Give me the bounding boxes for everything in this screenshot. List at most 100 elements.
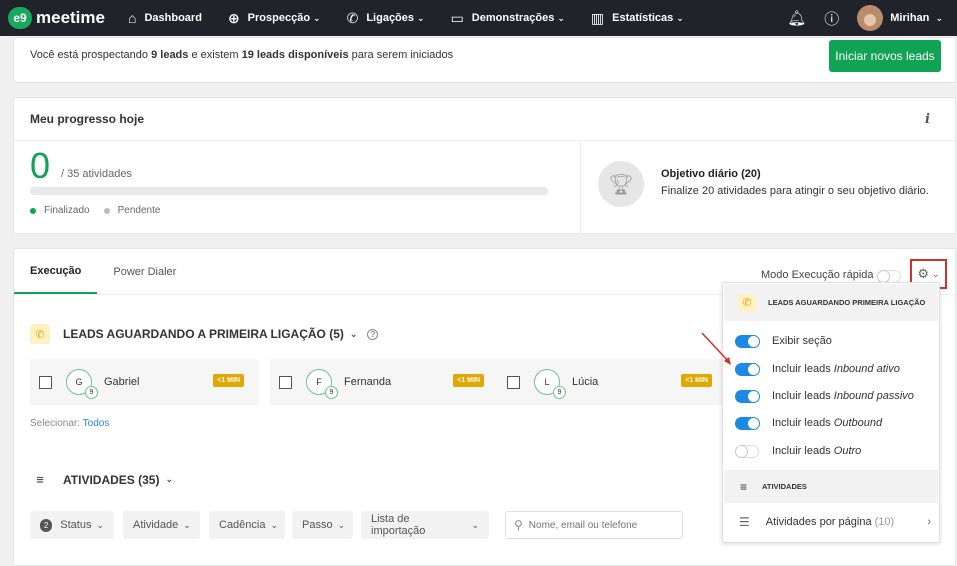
activities-section-header[interactable]: ≡ ATIVIDADES (35) ⌄ xyxy=(30,472,173,487)
chevron-down-icon: ⌄ xyxy=(557,12,565,23)
option-em: Outro xyxy=(833,445,862,457)
phone-lead-icon: ✆ xyxy=(30,324,50,344)
phone-icon: ✆ xyxy=(346,10,359,26)
option-outbound[interactable]: Incluir leads Outbound xyxy=(735,415,935,431)
nav-label: Estatísticas xyxy=(612,12,674,24)
option-toggle[interactable] xyxy=(735,334,760,348)
banner-text-1: Você está prospectando xyxy=(30,49,152,61)
progress-legend: Finalizado Pendente xyxy=(30,205,160,216)
legend-done: Finalizado xyxy=(44,205,90,216)
time-badge: <1 MIN xyxy=(681,374,712,387)
option-outro[interactable]: Incluir leads Outro xyxy=(735,443,935,459)
per-page-label: Atividades por página xyxy=(765,516,872,528)
monitor-icon: ▭ xyxy=(450,10,464,26)
tab-power-dialer[interactable]: Power Dialer xyxy=(97,249,192,294)
filter-lista-importacao[interactable]: Lista de importação ⌄ xyxy=(361,511,489,539)
top-navbar: e9 meetime ⌂ Dashboard ⊕ Prospecção ⌄ ✆ … xyxy=(0,0,957,36)
leads-section-header[interactable]: ✆ LEADS AGUARDANDO A PRIMEIRA LIGAÇÃO (5… xyxy=(30,324,379,344)
nav-ligacoes[interactable]: ✆ Ligações ⌄ xyxy=(347,11,425,25)
lead-card[interactable]: F9 Fernanda <1 MIN xyxy=(270,359,499,405)
option-prefix: Incluir leads xyxy=(772,445,834,457)
lead-checkbox[interactable] xyxy=(39,375,52,389)
option-toggle[interactable] xyxy=(735,444,759,458)
chevron-down-icon: ⌄ xyxy=(96,519,104,530)
nav-prospeccao[interactable]: ⊕ Prospecção ⌄ xyxy=(228,11,321,25)
nav-demonstracoes[interactable]: ▭ Demonstrações ⌄ xyxy=(451,11,565,25)
logo[interactable]: e9 meetime xyxy=(8,7,128,29)
done-dot-icon xyxy=(30,207,36,214)
option-toggle[interactable] xyxy=(735,416,760,430)
list-icon: ≡ xyxy=(740,479,748,494)
avatar[interactable] xyxy=(857,5,884,31)
nav-estatisticas[interactable]: ▥ Estatísticas ⌄ xyxy=(591,11,684,25)
banner-text-2: e existem xyxy=(188,49,242,61)
chevron-down-icon: ⌄ xyxy=(417,12,425,23)
nav-label: Demonstrações xyxy=(471,12,555,24)
lead-card[interactable]: G9 Gabriel <1 MIN xyxy=(30,359,259,405)
chevron-down-icon: ⌄ xyxy=(183,519,191,530)
nav-dashboard[interactable]: ⌂ Dashboard xyxy=(128,11,202,25)
dropdown-leads-header: ✆ LEADS AGUARDANDO PRIMEIRA LIGAÇÃO xyxy=(724,284,938,321)
activities-per-page-option[interactable]: ☰ Atividades por página (10) › xyxy=(739,515,931,529)
start-new-leads-button[interactable]: Iniciar novos leads xyxy=(829,40,941,72)
daily-progress-card: Meu progresso hoje i 0 / 35 atividades F… xyxy=(13,97,956,234)
top-right-actions: 🔔︎ ⓘ Mirihan ⌄ xyxy=(787,0,957,36)
filter-cadencia[interactable]: Cadência ⌄ xyxy=(209,511,285,539)
chevron-down-icon: ⌄ xyxy=(270,519,279,530)
user-menu[interactable]: Mirihan ⌄ xyxy=(890,12,943,24)
option-inbound-ativo[interactable]: Incluir leads Inbound ativo xyxy=(735,361,935,377)
option-label: Incluir leads Outbound xyxy=(772,417,882,429)
daily-goal-description: Finalize 20 atividades para atingir o se… xyxy=(661,185,929,197)
bell-icon[interactable]: 🔔︎ xyxy=(787,9,806,27)
settings-dropdown: ✆ LEADS AGUARDANDO PRIMEIRA LIGAÇÃO Exib… xyxy=(722,282,940,543)
chevron-down-icon: ⌄ xyxy=(337,519,346,530)
option-em: Inbound ativo xyxy=(833,363,900,375)
option-em: Outbound xyxy=(833,417,883,429)
option-em: Inbound passivo xyxy=(833,390,914,402)
tab-execucao[interactable]: Execução xyxy=(14,249,98,294)
lead-name[interactable]: Fernanda xyxy=(344,376,391,388)
help-icon[interactable]: ? xyxy=(367,328,379,340)
option-inbound-passivo[interactable]: Incluir leads Inbound passivo xyxy=(735,388,935,404)
gear-icon: ⚙︎ xyxy=(917,266,930,281)
filter-status[interactable]: 2 Status ⌄ xyxy=(30,511,114,539)
lead-avatar: F9 xyxy=(306,369,338,399)
lead-step-badge: 9 xyxy=(85,386,98,399)
search-field[interactable]: ⚲ xyxy=(505,511,683,539)
prospecting-message: Você está prospectando 9 leads e existem… xyxy=(30,49,453,61)
tabs: Execução Power Dialer xyxy=(14,249,192,294)
toggle-knob xyxy=(747,416,760,430)
option-prefix: Incluir leads xyxy=(772,363,834,375)
chart-icon: ▥ xyxy=(590,10,605,26)
lead-checkbox[interactable] xyxy=(507,375,520,389)
lead-step-badge: 9 xyxy=(553,386,566,399)
lead-name[interactable]: Gabriel xyxy=(104,376,139,388)
filter-passo[interactable]: Passo ⌄ xyxy=(292,511,353,539)
daily-goal-title: Objetivo diário (20) xyxy=(661,168,761,180)
option-exibir-secao[interactable]: Exibir seção xyxy=(735,333,935,349)
select-all-link[interactable]: Todos xyxy=(83,418,110,429)
dropdown-leads-title: LEADS AGUARDANDO PRIMEIRA LIGAÇÃO xyxy=(768,298,926,307)
prospecting-banner: Você está prospectando 9 leads e existem… xyxy=(13,37,956,83)
lead-checkbox[interactable] xyxy=(279,375,292,389)
option-toggle[interactable] xyxy=(735,389,760,403)
option-toggle[interactable] xyxy=(735,362,760,376)
help-icon[interactable]: ⓘ xyxy=(824,8,839,29)
filter-atividade[interactable]: Atividade ⌄ xyxy=(123,511,200,539)
logo-badge: e9 xyxy=(8,7,32,29)
option-prefix: Incluir leads xyxy=(772,417,834,429)
info-icon[interactable]: i xyxy=(925,112,930,127)
activities-title: ATIVIDADES (35) xyxy=(63,472,160,487)
chevron-down-icon: ⌄ xyxy=(313,12,321,23)
arrow-shaft xyxy=(701,332,731,364)
trophy-icon: 🏆︎ xyxy=(598,161,644,207)
avatar-face xyxy=(864,14,877,26)
user-name: Mirihan xyxy=(890,12,930,24)
option-prefix: Exibir seção xyxy=(772,335,832,347)
lead-card[interactable]: L9 Lúcia <1 MIN xyxy=(498,359,727,405)
option-prefix: Incluir leads xyxy=(772,390,834,402)
lead-name[interactable]: Lúcia xyxy=(572,376,598,388)
search-input[interactable] xyxy=(528,519,669,531)
divider xyxy=(580,141,581,234)
option-label: Incluir leads Inbound passivo xyxy=(772,390,914,402)
